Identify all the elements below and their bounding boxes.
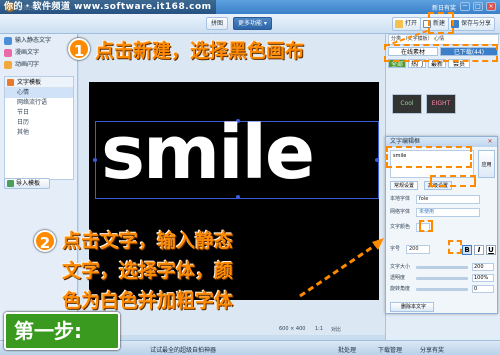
- step2-number-badge: 2: [34, 230, 56, 252]
- step1-number-badge: 1: [68, 38, 90, 60]
- step1-instruction: 点击新建，选择黑色画布: [95, 40, 305, 62]
- step2-instruction-line3: 色为白色并加粗字体: [62, 290, 234, 312]
- step2-instruction-line2: 文字，选择字体，颜: [62, 260, 234, 282]
- step2-instruction-line1: 点击文字，输入静态: [62, 230, 234, 252]
- step-label: 第一步:: [4, 312, 120, 350]
